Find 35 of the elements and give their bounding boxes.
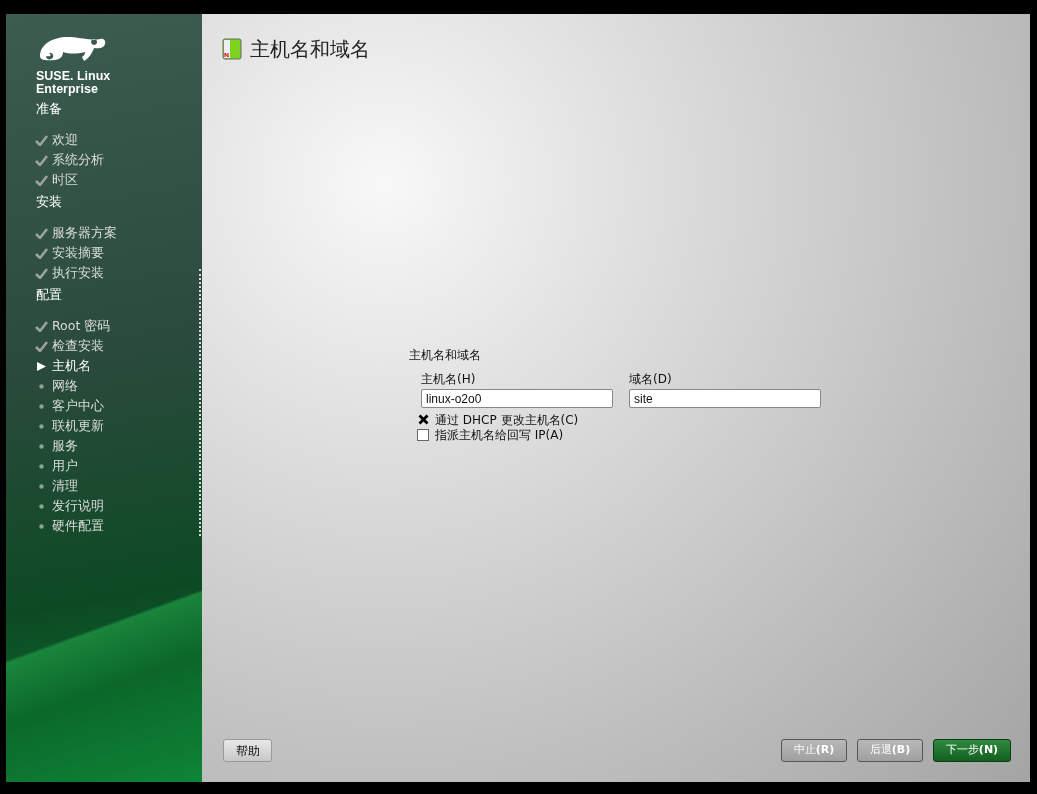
step-label: 服务器方案 [52,223,117,242]
input-field[interactable]: site [629,389,821,408]
document-icon [222,38,242,60]
step-label: 发行说明 [52,496,104,515]
step-label: 清理 [52,476,78,495]
checkbox-label: 指派主机名给回写 IP(A) [435,426,564,444]
step-label: Root 密码 [52,316,111,335]
group-title: 主机名和域名 [409,347,482,364]
step-label: 欢迎 [52,130,78,149]
step-label: 检查安装 [52,336,104,355]
field-label: 主机名(H) [421,371,476,388]
checkbox-label: 通过 DHCP 更改主机名(C) [435,411,579,429]
step-label: 联机更新 [52,416,104,435]
checkbox[interactable] [417,413,429,426]
step-label: 客户中心 [52,396,104,415]
logo-text: SUSE. Linux [36,70,111,83]
step-label: 硬件配置 [52,516,104,535]
checkbox[interactable] [417,428,429,441]
field-label: 域名(D) [629,371,672,388]
next-button[interactable]: 下一步(N) [933,739,1011,762]
section-heading: 准备 [36,100,62,118]
step-label: 用户 [52,456,78,475]
section-heading: 安装 [36,193,62,211]
step-label: 主机名 [52,356,91,375]
step-label: 网络 [52,376,78,395]
step-label: 执行安装 [52,263,104,282]
step-label: 安装摘要 [52,243,104,262]
logo-text: Enterprise [36,83,98,96]
help-button[interactable]: 帮助 [223,739,272,762]
input-field[interactable]: linux-o2o0 [421,389,613,408]
step-label: 服务 [52,436,78,455]
section-heading: 配置 [36,286,62,304]
step-label: 时区 [52,170,78,189]
step-label: 系统分析 [52,150,104,169]
page-title: 主机名和域名 [250,36,370,63]
